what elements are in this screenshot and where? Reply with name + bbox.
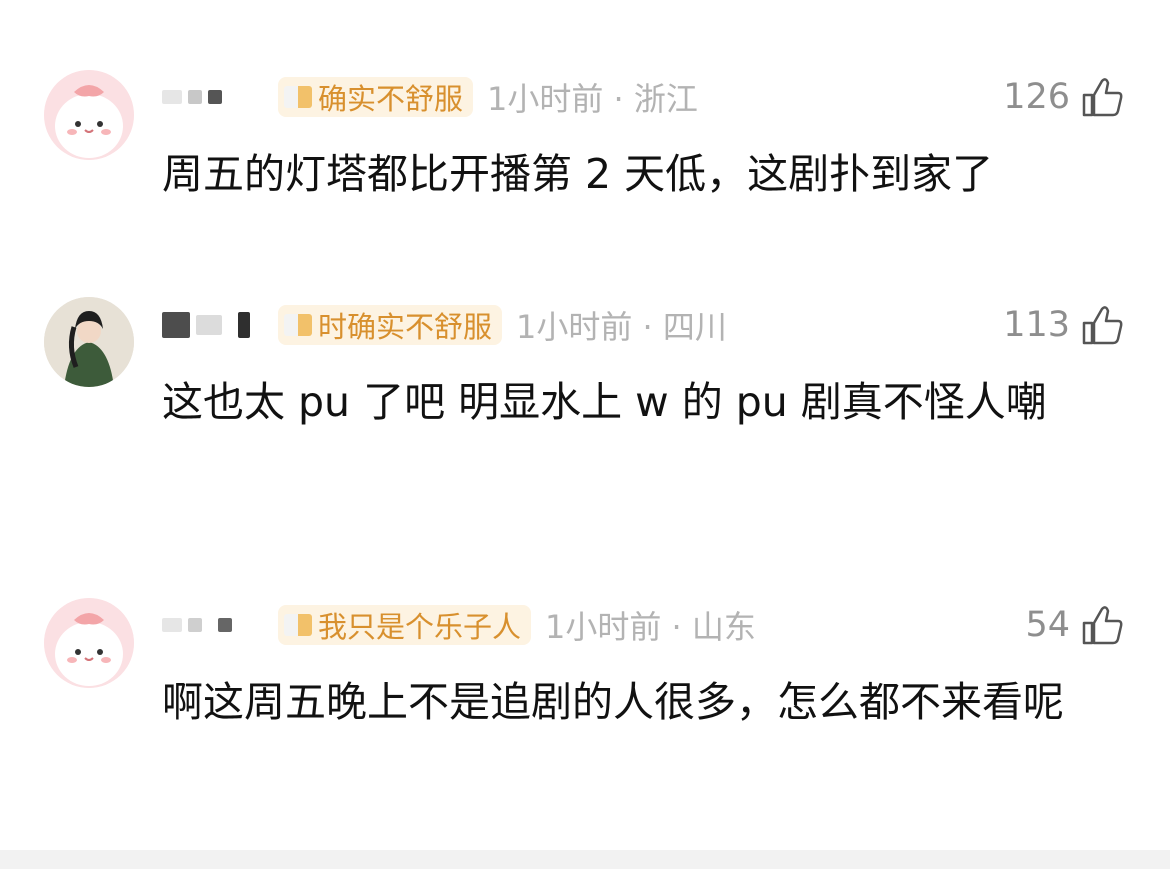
avatar[interactable]	[44, 598, 134, 688]
badge-label: 时确实不舒服	[318, 310, 493, 344]
comment-meta: 1小时前 · 浙江	[487, 80, 698, 118]
fan-badge[interactable]: 时确实不舒服	[278, 305, 503, 345]
like-count: 126	[1003, 77, 1070, 117]
fan-badge[interactable]: 确实不舒服	[278, 77, 474, 117]
like-count: 54	[1025, 605, 1070, 645]
username[interactable]	[162, 90, 272, 104]
thumbs-up-icon	[1082, 78, 1123, 117]
bottom-divider	[0, 850, 1170, 869]
like-button[interactable]: 126	[1003, 72, 1126, 122]
comment-text: 啊这周五晚上不是追剧的人很多，怎么都不来看呢	[162, 678, 1064, 726]
badge-label: 确实不舒服	[318, 82, 464, 116]
username[interactable]	[162, 618, 272, 632]
comment-meta: 1小时前 · 山东	[545, 608, 756, 646]
thumbs-up-icon	[1082, 606, 1123, 645]
username[interactable]	[162, 312, 272, 338]
comment-meta: 1小时前 · 四川	[516, 308, 727, 346]
comment-text: 这也太 pu 了吧 明显水上 w 的 pu 剧真不怪人嘲	[162, 378, 1047, 426]
comment-text: 周五的灯塔都比开播第 2 天低，这剧扑到家了	[162, 150, 994, 198]
badge-label: 我只是个乐子人	[318, 610, 522, 644]
like-button[interactable]: 54	[1025, 600, 1126, 650]
badge-icon	[284, 614, 312, 636]
thumbs-up-icon	[1082, 306, 1123, 345]
avatar[interactable]	[44, 70, 134, 160]
badge-icon	[284, 314, 312, 336]
avatar[interactable]	[44, 297, 134, 387]
fan-badge[interactable]: 我只是个乐子人	[278, 605, 532, 645]
like-button[interactable]: 113	[1003, 300, 1126, 350]
badge-icon	[284, 86, 312, 108]
like-count: 113	[1003, 305, 1070, 345]
